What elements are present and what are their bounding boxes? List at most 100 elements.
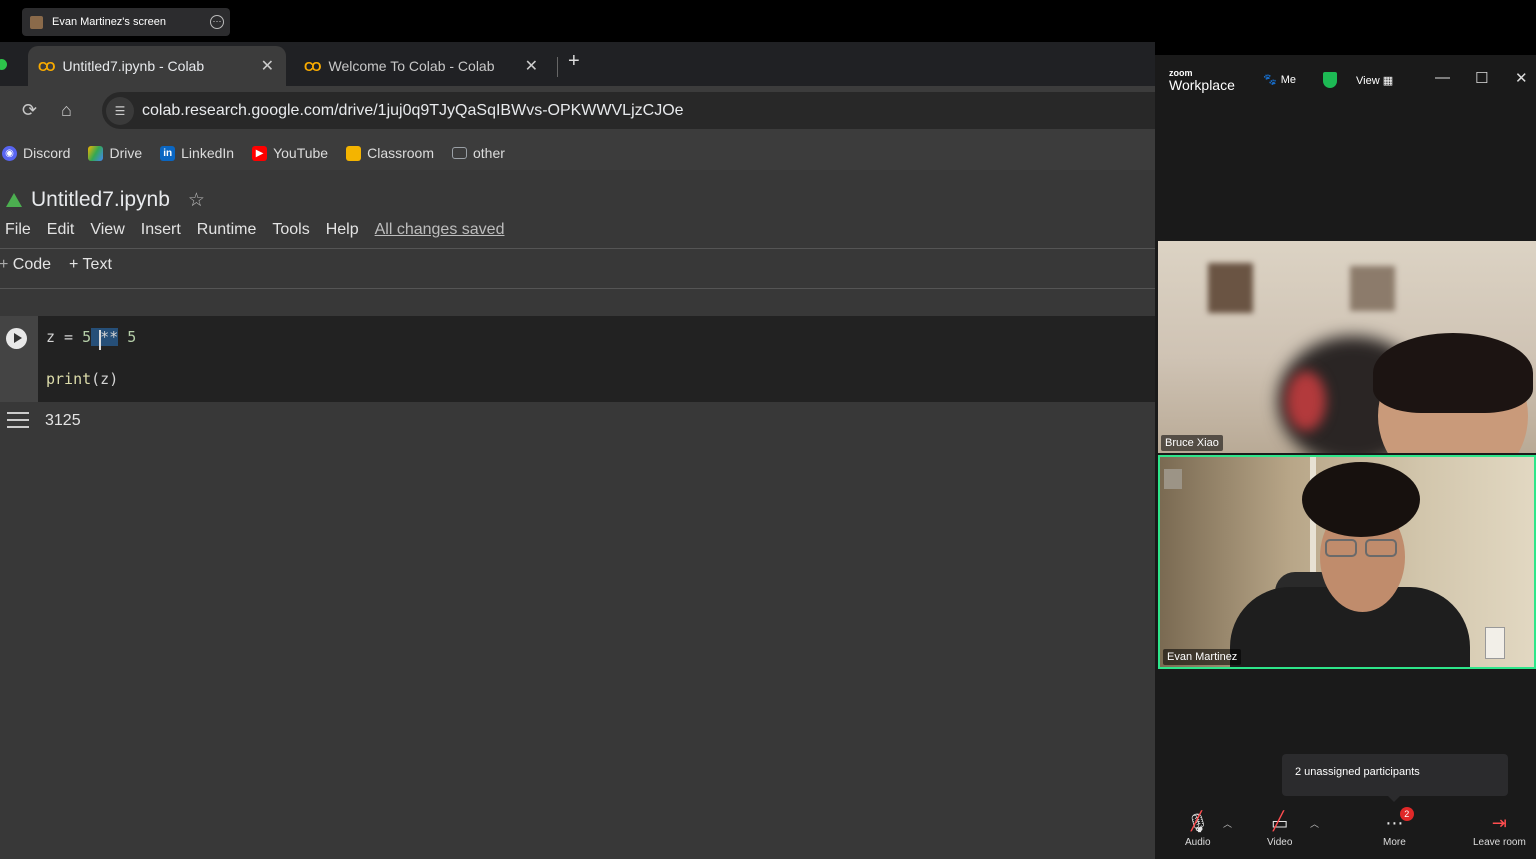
run-cell-button[interactable] — [6, 328, 27, 349]
add-code-label: Code — [12, 256, 52, 273]
video-tile-evan[interactable]: Evan Martinez — [1158, 455, 1536, 669]
drive-icon — [6, 193, 22, 207]
tab-label: Untitled7.ipynb - Colab — [62, 58, 205, 74]
tab-welcome-colab[interactable]: CO Welcome To Colab - Colab ✕ — [294, 46, 550, 86]
leave-room-button[interactable]: ⇥ Leave room — [1473, 813, 1526, 848]
screen-share-label: Evan Martinez's screen — [52, 16, 166, 28]
add-code-button[interactable]: + Code — [0, 256, 51, 274]
close-icon[interactable]: ✕ — [1515, 69, 1528, 87]
more-options-icon[interactable]: ··· — [210, 15, 224, 29]
code-token: (z) — [91, 370, 119, 388]
video-options-chevron-icon[interactable]: ︿ — [1310, 817, 1319, 830]
menu-help[interactable]: Help — [326, 221, 359, 239]
code-number: 5 — [82, 328, 92, 346]
menu-tools[interactable]: Tools — [272, 221, 309, 239]
mic-muted-icon: 🎙 ╱ — [1186, 811, 1210, 833]
shield-icon[interactable] — [1323, 72, 1337, 88]
video-tile-bruce[interactable]: Bruce Xiao — [1158, 241, 1536, 453]
add-text-button[interactable]: + Text — [69, 256, 112, 274]
bookmark-linkedin[interactable]: in LinkedIn — [160, 145, 234, 161]
bookmark-folder-other[interactable]: other — [452, 145, 505, 161]
colab-logo-icon: CO — [304, 58, 321, 74]
code-cell[interactable]: z = 5 ** 5 print(z) — [0, 316, 1155, 402]
zoom-logo-big: Workplace — [1169, 77, 1235, 93]
save-status-link[interactable]: All changes saved — [375, 221, 505, 239]
view-label: View — [1356, 75, 1380, 87]
bookmark-label: Drive — [109, 145, 143, 161]
menu-file[interactable]: File — [5, 221, 31, 239]
bookmark-classroom[interactable]: Classroom — [346, 145, 434, 161]
video-off-icon: ▭ ╱ — [1271, 811, 1289, 833]
url-text[interactable]: colab.research.google.com/drive/1juj0q9T… — [142, 102, 684, 120]
tab-divider — [557, 57, 558, 77]
unassigned-participants-tooltip: 2 unassigned participants — [1282, 754, 1508, 802]
screen-share-bar: Evan Martinez's screen ··· — [0, 0, 1536, 42]
linkedin-icon: in — [160, 145, 176, 161]
discord-icon: ◉ — [2, 145, 17, 161]
bookmarks-bar: ◉ Discord Drive in LinkedIn ▶ YouTube Cl… — [0, 136, 1155, 170]
code-line-1[interactable]: z = 5 ** 5 — [46, 328, 136, 346]
code-line-2[interactable]: print(z) — [46, 370, 118, 388]
home-icon[interactable]: ⌂ — [61, 100, 72, 121]
colab-notebook: Untitled7.ipynb ☆ File Edit View Insert … — [0, 170, 1155, 859]
star-icon[interactable]: ☆ — [188, 189, 205, 212]
menu-runtime[interactable]: Runtime — [197, 221, 257, 239]
screen-share-indicator[interactable]: Evan Martinez's screen ··· — [22, 8, 230, 36]
output-options-icon[interactable] — [7, 412, 29, 430]
more-label: More — [1383, 837, 1406, 848]
bookmark-label: Discord — [23, 145, 71, 161]
youtube-icon: ▶ — [252, 145, 268, 161]
glasses-shape — [1325, 539, 1357, 557]
video-label: Video — [1267, 837, 1293, 848]
menu-view[interactable]: View — [90, 221, 124, 239]
video-button[interactable]: ▭ ╱ Video — [1267, 811, 1293, 848]
view-button[interactable]: View ▦ — [1356, 74, 1393, 87]
grid-icon: ▦ — [1382, 75, 1394, 87]
reload-icon[interactable]: ⟳ — [22, 100, 37, 121]
bookmark-label: YouTube — [273, 145, 329, 161]
tab-strip: CO Untitled7.ipynb - Colab ✕ CO Welcome … — [0, 42, 1155, 86]
drive-icon — [88, 145, 104, 161]
zoom-window: zoom Workplace 🐾 Me View ▦ — ☐ ✕ Bruce Xi… — [1155, 55, 1536, 859]
site-settings-icon[interactable]: ☰ — [106, 96, 134, 125]
presenter-avatar — [30, 15, 43, 29]
tab-untitled7[interactable]: CO Untitled7.ipynb - Colab ✕ — [28, 46, 286, 86]
zoom-logo: zoom Workplace — [1169, 69, 1235, 93]
divider — [0, 288, 1155, 289]
cell-gutter — [0, 316, 38, 402]
bookmark-discord[interactable]: ◉ Discord — [2, 145, 70, 161]
menu-bar: File Edit View Insert Runtime Tools Help… — [5, 221, 520, 239]
divider — [0, 248, 1155, 249]
close-tab-icon[interactable]: ✕ — [525, 56, 538, 76]
bookmark-label: LinkedIn — [181, 145, 235, 161]
code-number: 5 — [118, 328, 137, 346]
minimize-icon[interactable]: — — [1435, 69, 1450, 86]
menu-edit[interactable]: Edit — [47, 221, 75, 239]
audio-label: Audio — [1185, 837, 1211, 848]
close-tab-icon[interactable]: ✕ — [261, 56, 274, 76]
address-bar[interactable]: ☰ colab.research.google.com/drive/1juj0q… — [102, 92, 1155, 129]
audio-options-chevron-icon[interactable]: ︿ — [1223, 817, 1232, 830]
me-button[interactable]: 🐾 Me — [1263, 73, 1296, 86]
audio-button[interactable]: 🎙 ╱ Audio — [1185, 811, 1211, 848]
participant-name: Bruce Xiao — [1161, 435, 1223, 451]
code-function: print — [46, 370, 92, 388]
window-control-icon[interactable] — [0, 59, 7, 70]
light-switch — [1485, 627, 1505, 659]
participant-name: Evan Martinez — [1163, 649, 1242, 665]
participant-hair — [1373, 333, 1533, 413]
maximize-icon[interactable]: ☐ — [1475, 69, 1488, 87]
bookmark-youtube[interactable]: ▶ YouTube — [252, 145, 328, 161]
selected-operator: ** — [91, 328, 119, 346]
leave-room-label: Leave room — [1473, 837, 1526, 848]
zoom-header: zoom Workplace 🐾 Me View ▦ — ☐ ✕ — [1155, 55, 1536, 105]
menu-insert[interactable]: Insert — [141, 221, 181, 239]
notification-badge: 2 — [1399, 807, 1414, 821]
new-tab-icon[interactable]: + — [568, 50, 580, 73]
folder-icon — [452, 147, 467, 159]
bookmark-drive[interactable]: Drive — [88, 145, 142, 161]
more-button[interactable]: ⋯ 2 More — [1383, 807, 1414, 848]
browser-toolbar: ⟳ ⌂ ☰ colab.research.google.com/drive/1j… — [0, 86, 1155, 136]
colab-logo-icon: CO — [38, 58, 55, 74]
notebook-title[interactable]: Untitled7.ipynb — [31, 188, 170, 212]
